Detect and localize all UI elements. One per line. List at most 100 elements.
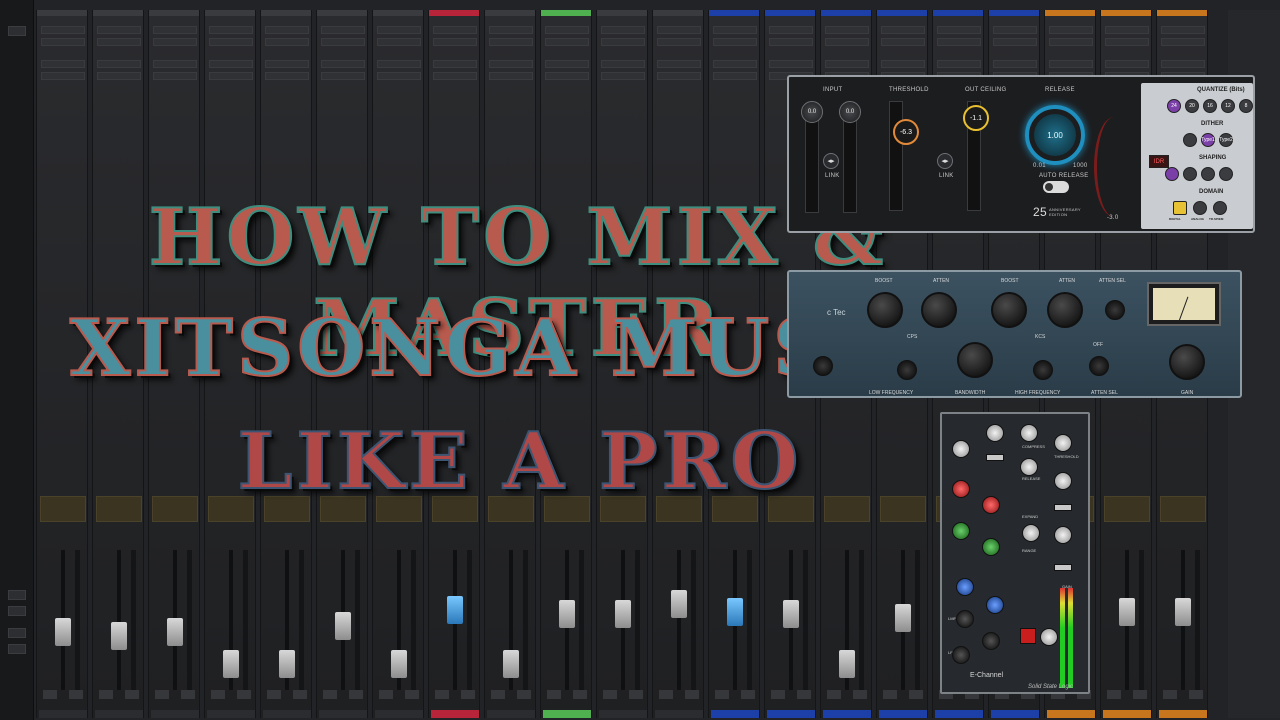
quantize-24-button[interactable]: 24 xyxy=(1167,99,1181,113)
high-boost-knob[interactable] xyxy=(991,292,1027,328)
atten-select-knob[interactable] xyxy=(1089,356,1109,376)
insert-slot[interactable] xyxy=(153,72,197,80)
lmf-q-knob[interactable] xyxy=(956,610,974,628)
mute-solo-button[interactable] xyxy=(629,690,643,699)
insert-slot[interactable] xyxy=(321,72,365,80)
insert-slot[interactable] xyxy=(489,60,533,68)
lmf-freq-knob[interactable] xyxy=(986,596,1004,614)
hf-gain-knob[interactable] xyxy=(952,480,970,498)
insert-slot[interactable] xyxy=(601,26,645,34)
threshold-knob[interactable]: -6.3 xyxy=(893,119,919,145)
insert-slot[interactable] xyxy=(41,26,85,34)
volume-fader[interactable] xyxy=(839,650,855,678)
mute-solo-button[interactable] xyxy=(69,690,83,699)
lf-filter-knob[interactable] xyxy=(952,440,970,458)
channel-name-plate[interactable] xyxy=(1047,710,1095,718)
low-atten-knob[interactable] xyxy=(921,292,957,328)
mute-solo-button[interactable] xyxy=(685,690,699,699)
auto-release-toggle[interactable] xyxy=(1043,181,1069,193)
mute-solo-button[interactable] xyxy=(379,690,393,699)
volume-fader[interactable] xyxy=(279,650,295,678)
high-atten-knob[interactable] xyxy=(1047,292,1083,328)
domain-analog-button[interactable] xyxy=(1193,201,1207,215)
dither-off-button[interactable] xyxy=(1183,133,1197,147)
channel-name-plate[interactable] xyxy=(991,710,1039,718)
channel-name-plate[interactable] xyxy=(711,710,759,718)
mute-solo-button[interactable] xyxy=(853,690,867,699)
insert-slot[interactable] xyxy=(769,38,813,46)
mute-solo-button[interactable] xyxy=(435,690,449,699)
insert-slot[interactable] xyxy=(545,60,589,68)
mute-solo-button[interactable] xyxy=(181,690,195,699)
mute-solo-button[interactable] xyxy=(349,690,363,699)
mute-solo-button[interactable] xyxy=(1163,690,1177,699)
mute-solo-button[interactable] xyxy=(125,690,139,699)
insert-slot[interactable] xyxy=(1161,60,1205,68)
mute-solo-button[interactable] xyxy=(883,690,897,699)
insert-slot[interactable] xyxy=(601,60,645,68)
channel-name-plate[interactable] xyxy=(39,710,87,718)
comp-threshold-knob[interactable] xyxy=(1054,434,1072,452)
channel-name-plate[interactable] xyxy=(935,710,983,718)
low-frequency-knob[interactable] xyxy=(897,360,917,380)
volume-fader[interactable] xyxy=(559,600,575,628)
insert-slot[interactable] xyxy=(321,60,365,68)
mute-solo-button[interactable] xyxy=(155,690,169,699)
insert-slot[interactable] xyxy=(377,72,421,80)
insert-slot[interactable] xyxy=(769,26,813,34)
volume-fader[interactable] xyxy=(1175,598,1191,626)
hmf-gain-knob[interactable] xyxy=(952,522,970,540)
insert-slot[interactable] xyxy=(1049,60,1093,68)
mute-solo-button[interactable] xyxy=(547,690,561,699)
insert-slot[interactable] xyxy=(713,38,757,46)
expand-threshold-knob[interactable] xyxy=(1022,524,1040,542)
insert-slot[interactable] xyxy=(41,38,85,46)
channel-name-plate[interactable] xyxy=(767,710,815,718)
volume-fader[interactable] xyxy=(391,650,407,678)
hmf-freq-knob[interactable] xyxy=(982,538,1000,556)
volume-fader[interactable] xyxy=(895,604,911,632)
hf-freq-knob[interactable] xyxy=(982,496,1000,514)
rail-button[interactable] xyxy=(8,628,26,638)
insert-slot[interactable] xyxy=(377,26,421,34)
insert-slot[interactable] xyxy=(489,26,533,34)
insert-slot[interactable] xyxy=(769,60,813,68)
insert-slot[interactable] xyxy=(713,60,757,68)
shaping-medium-button[interactable] xyxy=(1201,167,1215,181)
insert-slot[interactable] xyxy=(825,26,869,34)
mute-solo-button[interactable] xyxy=(1133,690,1147,699)
insert-slot[interactable] xyxy=(1105,26,1149,34)
filter-button[interactable] xyxy=(986,454,1004,461)
mute-solo-button[interactable] xyxy=(741,690,755,699)
insert-slot[interactable] xyxy=(545,26,589,34)
mute-solo-button[interactable] xyxy=(267,690,281,699)
power-switch[interactable] xyxy=(813,356,833,376)
bandwidth-knob[interactable] xyxy=(957,342,993,378)
insert-slot[interactable] xyxy=(265,72,309,80)
insert-slot[interactable] xyxy=(601,72,645,80)
shaping-off-button[interactable] xyxy=(1165,167,1179,181)
output-link-icon[interactable]: ◂▸ xyxy=(937,153,953,169)
channel-name-plate[interactable] xyxy=(431,710,479,718)
channel-name-plate[interactable] xyxy=(1103,710,1151,718)
gate-button[interactable] xyxy=(1054,504,1072,511)
shaping-heavy-button[interactable] xyxy=(1219,167,1233,181)
input-right-knob[interactable]: 0.0 xyxy=(839,101,861,123)
mute-solo-button[interactable] xyxy=(405,690,419,699)
insert-slot[interactable] xyxy=(657,72,701,80)
shaping-light-button[interactable] xyxy=(1183,167,1197,181)
insert-slot[interactable] xyxy=(1105,60,1149,68)
insert-slot[interactable] xyxy=(209,60,253,68)
insert-slot[interactable] xyxy=(1161,26,1205,34)
insert-slot[interactable] xyxy=(657,26,701,34)
channel-name-plate[interactable] xyxy=(823,710,871,718)
insert-slot[interactable] xyxy=(1105,38,1149,46)
volume-fader[interactable] xyxy=(223,650,239,678)
insert-slot[interactable] xyxy=(993,38,1037,46)
output-gain-knob[interactable] xyxy=(1169,344,1205,380)
insert-slot[interactable] xyxy=(321,26,365,34)
channel-name-plate[interactable] xyxy=(879,710,927,718)
mute-solo-button[interactable] xyxy=(1107,690,1121,699)
insert-slot[interactable] xyxy=(937,26,981,34)
insert-slot[interactable] xyxy=(993,60,1037,68)
